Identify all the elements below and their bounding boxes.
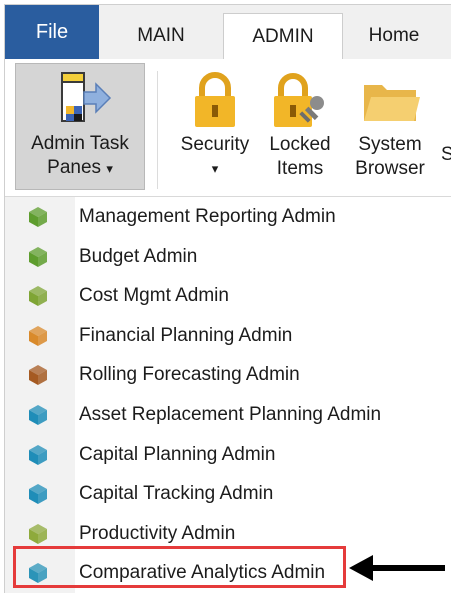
cube-icon [29, 207, 47, 227]
cube-icon [29, 246, 47, 267]
chevron-down-icon: ▾ [211, 161, 219, 176]
system-browser-label-line1: System [358, 134, 422, 155]
locked-items-label-line1: Locked [269, 134, 331, 155]
menu-item[interactable]: Management Reporting Admin [5, 197, 451, 237]
tab-file[interactable]: File [5, 5, 99, 59]
menu-item[interactable]: Cost Mgmt Admin [5, 276, 451, 316]
admin-task-panes-button[interactable]: Admin Task Panes ▾ [15, 63, 145, 190]
menu-item[interactable]: Capital Planning Admin [5, 435, 451, 475]
lock-icon [195, 72, 235, 127]
menu-item[interactable]: Rolling Forecasting Admin [5, 355, 451, 395]
menu-item-label: Financial Planning Admin [79, 324, 293, 346]
pointer-arrow-icon [349, 555, 445, 581]
highlight-box [13, 546, 346, 588]
menu-item-label: Capital Planning Admin [79, 443, 276, 465]
task-panes-icon [61, 72, 112, 122]
cube-icon [29, 286, 47, 307]
locked-items-button[interactable]: Locked Items [259, 65, 341, 181]
menu-item[interactable]: Budget Admin [5, 237, 451, 277]
admin-task-panes-label-line2: Panes ▾ [47, 157, 113, 178]
admin-task-panes-menu: Management Reporting Admin Budget Admin Co… [5, 197, 451, 593]
menu-item[interactable]: Asset Replacement Planning Admin [5, 395, 451, 435]
lock-key-icon [274, 73, 324, 127]
menu-item-label: Budget Admin [79, 245, 198, 267]
ribbon: Admin Task Panes ▾ Security ▾ Locked Ite… [5, 59, 451, 197]
menu-item[interactable]: Capital Tracking Admin [5, 474, 451, 514]
application-frame: File MAIN ADMIN Home Admin Task Panes ▾ [4, 4, 451, 593]
cube-icon [29, 405, 47, 425]
tab-home[interactable]: Home [349, 13, 439, 59]
cube-icon [29, 325, 47, 346]
cube-icon [29, 484, 47, 505]
menu-item-label: Asset Replacement Planning Admin [79, 404, 382, 425]
cube-icon [29, 365, 47, 386]
overflow-ribbon-label[interactable]: S [441, 143, 451, 167]
ribbon-separator [157, 71, 158, 189]
cube-icon [29, 444, 47, 465]
locked-items-label-line2: Items [276, 158, 324, 179]
menu-item-label: Rolling Forecasting Admin [79, 364, 300, 386]
cube-icon [29, 523, 47, 544]
admin-task-panes-label-line1: Admin Task [31, 133, 129, 154]
menu-item-label: Cost Mgmt Admin [79, 285, 229, 307]
chevron-down-icon: ▾ [106, 161, 113, 176]
menu-item[interactable]: Financial Planning Admin [5, 316, 451, 356]
menu-item-label: Capital Tracking Admin [79, 483, 274, 505]
system-browser-label-line2: Browser [355, 158, 425, 179]
folder-icon [364, 85, 420, 121]
tab-main[interactable]: MAIN [109, 13, 213, 59]
security-button[interactable]: Security ▾ [171, 65, 259, 181]
security-label: Security [180, 134, 250, 155]
tab-admin[interactable]: ADMIN [223, 13, 343, 61]
system-browser-button[interactable]: System Browser [345, 65, 435, 181]
ribbon-tab-bar: File MAIN ADMIN Home [5, 5, 451, 61]
menu-item-label: Management Reporting Admin [79, 206, 336, 227]
